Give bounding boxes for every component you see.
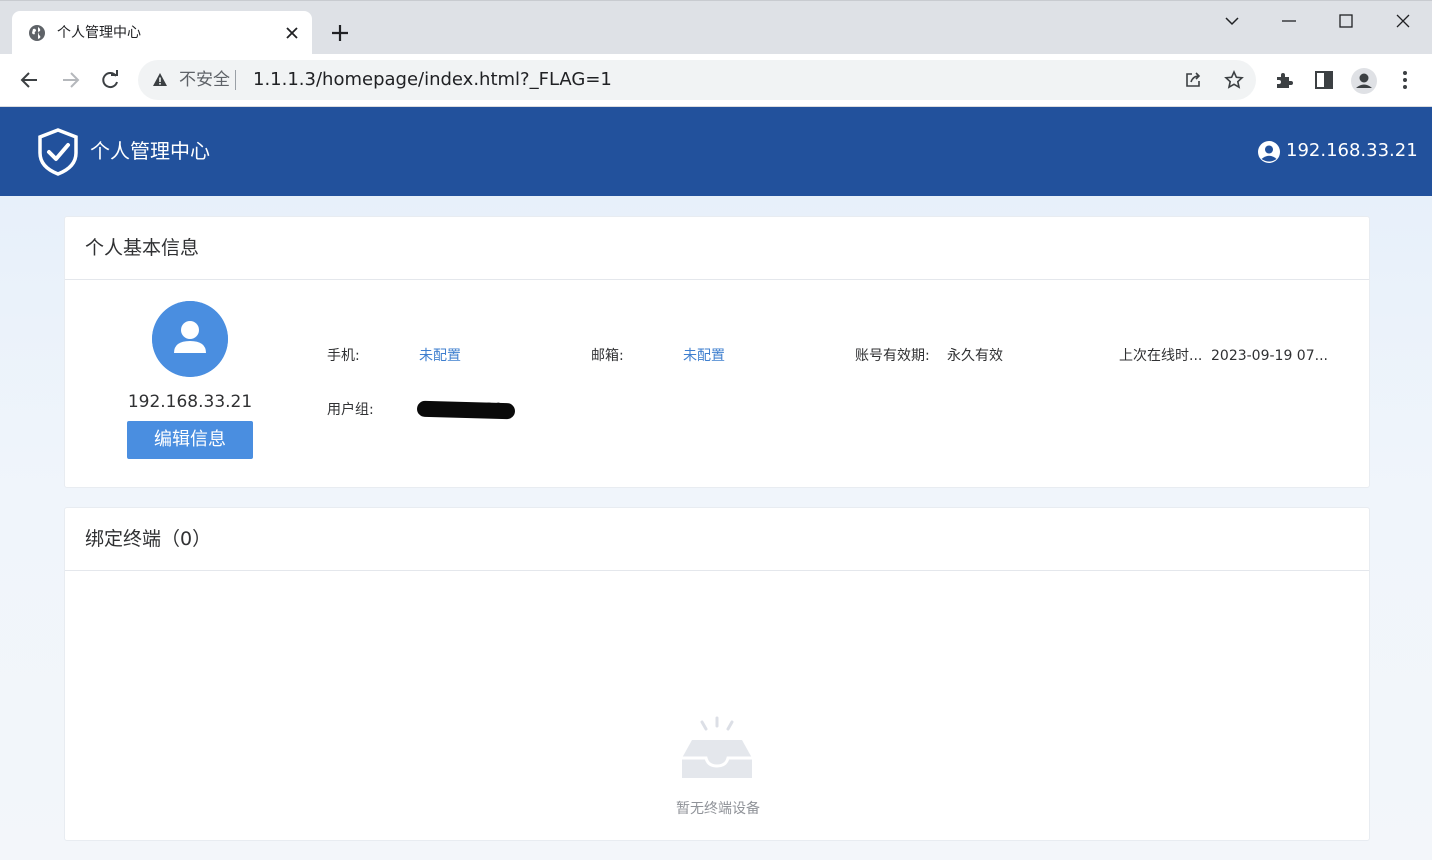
avatar	[152, 301, 228, 377]
new-tab-icon[interactable]	[328, 21, 352, 45]
phone-label: 手机:	[327, 348, 360, 364]
group-label: 用户组:	[327, 402, 374, 418]
redaction-mark	[416, 400, 516, 420]
header-user-ip[interactable]: 192.168.33.21	[1286, 139, 1418, 163]
reload-icon[interactable]	[97, 67, 123, 93]
app-title: 个人管理中心	[90, 139, 210, 163]
validity-label: 账号有效期:	[855, 348, 930, 364]
forward-icon[interactable]	[57, 67, 83, 93]
edit-info-button[interactable]: 编辑信息	[127, 421, 253, 459]
app-header: 个人管理中心 192.168.33.21	[0, 107, 1432, 196]
tab-search-icon[interactable]	[1218, 7, 1246, 35]
user-icon[interactable]	[1257, 140, 1281, 164]
back-icon[interactable]	[17, 67, 43, 93]
avatar-ip: 192.168.33.21	[127, 392, 253, 412]
devices-card-header: 绑定终端（0）	[65, 508, 1369, 571]
maximize-icon[interactable]	[1332, 7, 1360, 35]
menu-dots-icon[interactable]	[1394, 69, 1416, 91]
devices-section-title: 绑定终端（0）	[85, 528, 212, 550]
profile-card-header: 个人基本信息	[65, 217, 1369, 280]
browser-toolbar: 不安全 1.1.1.3/homepage/index.html?_FLAG=1	[0, 54, 1432, 107]
email-label: 邮箱:	[591, 348, 624, 364]
warning-icon[interactable]	[152, 72, 168, 88]
address-divider	[235, 70, 236, 90]
close-tab-icon[interactable]	[282, 23, 302, 43]
validity-value: 永久有效	[947, 348, 1003, 364]
profile-section-title: 个人基本信息	[85, 237, 200, 259]
address-bar[interactable]: 不安全 1.1.1.3/homepage/index.html?_FLAG=1	[138, 60, 1256, 100]
side-panel-icon[interactable]	[1313, 69, 1335, 91]
profile-card: 个人基本信息 192.168.33.21 编辑信息 手机: 未配置 邮箱: 未配…	[64, 216, 1370, 488]
close-window-icon[interactable]	[1389, 7, 1417, 35]
browser-tab-strip: 个人管理中心	[0, 0, 1432, 55]
last-online-label: 上次在线时...	[1119, 348, 1203, 364]
empty-inbox-icon	[682, 716, 752, 778]
devices-empty-state: 暂无终端设备	[65, 571, 1371, 841]
empty-devices-text: 暂无终端设备	[676, 801, 760, 817]
phone-value[interactable]: 未配置	[419, 347, 461, 365]
devices-card: 绑定终端（0） 暂无终端设备	[64, 507, 1370, 841]
main-content: 个人基本信息 192.168.33.21 编辑信息 手机: 未配置 邮箱: 未配…	[0, 196, 1432, 860]
tab-title: 个人管理中心	[57, 25, 141, 41]
extensions-icon[interactable]	[1273, 69, 1295, 91]
globe-icon	[29, 25, 45, 41]
insecure-label[interactable]: 不安全	[179, 69, 230, 91]
browser-tab[interactable]: 个人管理中心	[12, 11, 312, 55]
profile-icon[interactable]	[1350, 67, 1378, 95]
last-online-value: 2023-09-19 07...	[1211, 348, 1328, 364]
minimize-icon[interactable]	[1275, 7, 1303, 35]
share-icon[interactable]	[1183, 70, 1203, 90]
bookmark-star-icon[interactable]	[1224, 70, 1244, 90]
shield-check-icon	[38, 128, 78, 176]
url-text[interactable]: 1.1.1.3/homepage/index.html?_FLAG=1	[253, 69, 612, 91]
email-value[interactable]: 未配置	[683, 347, 725, 365]
